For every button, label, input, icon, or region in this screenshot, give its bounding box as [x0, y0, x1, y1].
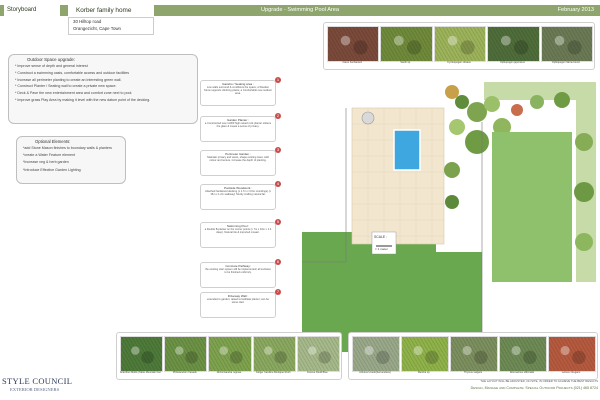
plant-caption: Santh sp.	[400, 61, 411, 64]
address-box: 30 Hilltop road Orangezicht, Cape Town	[68, 17, 154, 35]
note-card: Gazebo / Seating area : Low walls surroun…	[200, 80, 276, 106]
note-number-badge: 2	[275, 113, 281, 119]
note-body: the existing stair system will be implem…	[205, 268, 271, 275]
plant-caption: Philodendron Xanadu	[172, 371, 197, 374]
upgrade-item: * Improve grass Play Area by making it l…	[15, 97, 151, 102]
upgrade-list: * Improve sense of depth and general int…	[9, 63, 197, 106]
plant-photo	[252, 336, 296, 372]
plant-caption: Mentha sp.	[417, 371, 431, 374]
note-card: Perimeter Garden : Maintain privacy and v…	[200, 150, 276, 176]
plant-photo	[540, 26, 593, 62]
note-body: a Double B-planter on the corner points …	[204, 228, 272, 235]
plant-photo	[487, 26, 540, 62]
plant-caption: Ophiopogon Stone found	[551, 61, 580, 64]
page-title: Upgrade - Swimming Pool Area	[260, 7, 340, 13]
gazebo	[361, 111, 375, 125]
plant-caption: Rosmarinus officinalis	[509, 371, 535, 374]
note-card: Poolside Woodwork : Attached hardwood dec…	[200, 184, 276, 210]
plant-caption: Ginger Caroline Boutique Rush	[255, 371, 291, 374]
plant-photo	[352, 336, 400, 372]
note-card: Garden Planter :a Constructed new 1x300 …	[200, 116, 276, 142]
plant-caption: Arbutus Unedo(tremendous)	[359, 371, 391, 374]
bottom-right-plant-strip: Arbutus Unedo(tremendous) Mentha sp. Thymu…	[348, 332, 598, 380]
bottom-left-plant-strip: Acanthus Mollis (Table Mountain Fern) Phi…	[116, 332, 342, 380]
note-card: Concrete Pathway: the existing stair syst…	[200, 262, 276, 288]
note-number-badge: 3	[275, 147, 281, 153]
upgrade-item: * Improve sense of depth and general int…	[15, 64, 88, 68]
logo-line2: EXTERIOR DESIGNERS	[10, 387, 60, 392]
optional-heading: Optional Elements:	[35, 139, 71, 144]
optional-box: Optional Elements: *add Stone Mason fini…	[16, 136, 126, 184]
plant-photo	[499, 336, 547, 372]
plant-photo	[164, 336, 208, 372]
site-plan: SCALE : = 1 meter	[302, 82, 596, 352]
plant-caption: Ophiopogon japonicus	[499, 61, 525, 64]
note-number-badge: 4	[275, 181, 281, 187]
optional-item: *create a Water Feature element	[23, 153, 76, 158]
scale-label: SCALE :	[374, 235, 388, 239]
optional-list: *add Stone Mason finishes to boundary wa…	[17, 145, 125, 176]
top-plant-strip: Carex buchananii Santh sp. Cymbopogon citr…	[323, 22, 595, 70]
plant-caption: Cymbopogon citratus	[447, 61, 471, 64]
optional-item: *Introduce Effective Garden Lighting	[23, 167, 81, 172]
note-body: Maintain privacy and views, shape existi…	[207, 156, 269, 163]
address-line2: Orangezicht, Cape Town	[73, 25, 121, 31]
note-body: Attached hardwood decking (x 1.7m x 3.6m…	[205, 190, 271, 197]
plant-caption: Carex buchananii	[342, 61, 362, 64]
disclaimer: THE LAYOUT WILL BE ADJUSTED, ON SITE, IN…	[480, 379, 598, 383]
plant-caption: Fescue Dodd Blue	[307, 371, 328, 374]
plant-photo	[120, 336, 164, 372]
contact-line: Design, Manage and Complete: Special Out…	[470, 386, 598, 390]
plant-caption: Lettuce Oregano	[561, 371, 581, 374]
note-number-badge: 6	[275, 259, 281, 265]
note-body: a Constructed new 1x300 high raised rock…	[204, 122, 272, 129]
upgrade-item: * Construct Planter / Seating wall to cr…	[15, 84, 117, 89]
upgrade-item: * Construct a swimming oasis, comfortabl…	[15, 70, 130, 75]
plant-photo	[380, 26, 433, 62]
optional-item: *add Stone Mason finishes to boundary wa…	[23, 146, 112, 150]
plant-caption: Dichorisandra reginae	[216, 371, 242, 374]
note-card: Swimming Pool :a Double B-planter on the…	[200, 222, 276, 248]
site-plan-drawing	[302, 82, 596, 352]
note-body: extended to garden; raised to facilitate…	[207, 298, 269, 305]
paving-area	[351, 107, 445, 245]
note-number-badge: 7	[275, 289, 281, 295]
scale-value: = 1 meter	[375, 247, 388, 251]
logo-line1: STYLE COUNCIL	[2, 376, 73, 386]
upgrade-heading: Outdoor Space upgrade:	[27, 57, 76, 62]
pool	[393, 129, 421, 171]
note-number-badge: 5	[275, 219, 281, 225]
plant-caption: Acanthus Mollis (Table Mountain Fern)	[120, 371, 162, 374]
upgrade-box: Outdoor Space upgrade: * Improve sense o…	[8, 54, 198, 124]
address-line1: 30 Hilltop road	[73, 19, 102, 24]
note-body: Low walls surround & conditions the spac…	[204, 86, 272, 96]
plant-photo	[548, 336, 596, 372]
optional-item: *Increase veg & herb garden	[23, 160, 69, 165]
date-label: February 2013	[557, 7, 594, 13]
plant-photo	[208, 336, 252, 372]
upgrade-item: * Increase all perimeter planting to cre…	[15, 77, 122, 82]
note-number-badge: 1	[275, 77, 281, 83]
plant-photo	[433, 26, 487, 62]
plant-photo	[327, 26, 380, 62]
plant-photo	[450, 336, 498, 372]
upgrade-item: * Deck & Pave the new entertainment area…	[15, 91, 133, 96]
plant-caption: Thymus vulgaris	[463, 371, 483, 374]
note-card: Driveway Wall : extended to garden; raise…	[200, 292, 276, 318]
plant-photo	[401, 336, 449, 372]
plant-photo	[296, 336, 340, 372]
